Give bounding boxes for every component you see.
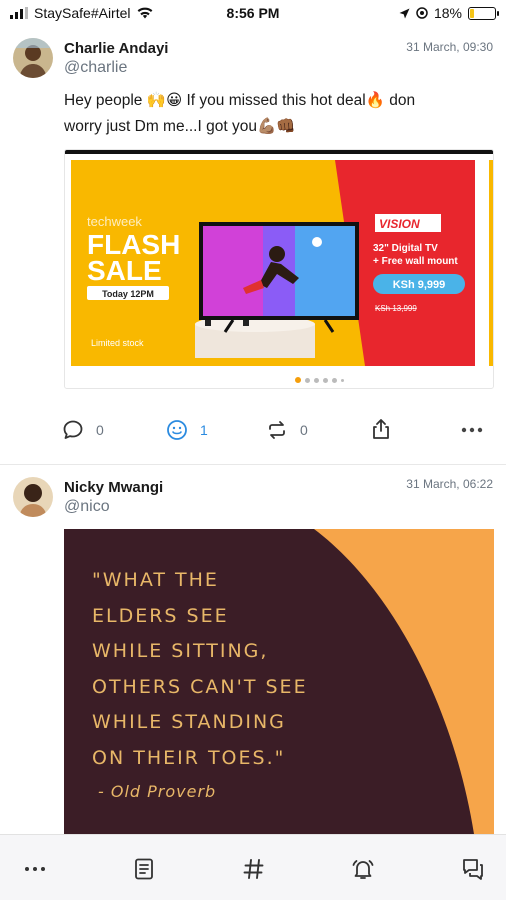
banner-product: + Free wall mount — [373, 256, 458, 267]
repost-button[interactable]: 0 — [266, 419, 308, 441]
feed-icon[interactable] — [132, 857, 156, 881]
banner-time: Today 12PM — [102, 289, 154, 299]
status-bar: StaySafe#Airtel 8:56 PM 18% — [0, 0, 506, 28]
share-icon — [373, 419, 389, 439]
comment-icon — [63, 420, 83, 439]
avatar[interactable] — [13, 477, 53, 517]
author-handle[interactable]: @nico — [64, 498, 110, 516]
quote-author: - Old Proverb — [98, 782, 217, 801]
messages-icon[interactable] — [461, 857, 485, 881]
more-options-button[interactable] — [460, 419, 484, 441]
avatar[interactable] — [13, 38, 53, 78]
post-date: 31 March, 09:30 — [406, 40, 493, 54]
more-menu-icon[interactable] — [23, 857, 47, 881]
repost-icon — [269, 421, 285, 439]
alarm-lock-icon — [416, 7, 428, 19]
post-actions: 0 1 0 — [0, 416, 506, 446]
share-button[interactable] — [370, 417, 392, 441]
author-name[interactable]: Charlie Andayi — [64, 40, 168, 57]
carousel-dots[interactable] — [295, 377, 344, 383]
comment-button[interactable]: 0 — [62, 419, 104, 441]
quote-image[interactable]: "WHAT THE ELDERS SEE WHILE SITTING, OTHERS … — [64, 529, 494, 834]
banner-product: 32" Digital TV — [373, 243, 438, 254]
quote-line: ELDERS SEE — [92, 604, 229, 627]
author-handle[interactable]: @charlie — [64, 59, 127, 77]
reaction-count: 1 — [200, 422, 208, 438]
battery-percent: 18% — [433, 5, 462, 21]
quote-line: ON THEIR TOES." — [92, 746, 286, 769]
notifications-icon[interactable] — [351, 857, 375, 881]
comment-count: 0 — [96, 422, 104, 438]
post-text-line: Hey people 🙌😀 If you missed this hot dea… — [64, 92, 416, 109]
media-carousel[interactable]: techweek FLASH SALE Today 12PM Limited s… — [64, 149, 494, 389]
location-icon — [399, 8, 410, 18]
quote-line: WHILE SITTING, — [92, 640, 269, 662]
repost-count: 0 — [300, 422, 308, 438]
quote-line: WHILE STANDING — [92, 711, 286, 733]
flash-sale-banner[interactable]: techweek FLASH SALE Today 12PM Limited s… — [65, 156, 494, 370]
banner-price: KSh 9,999 — [393, 279, 446, 291]
post-item[interactable]: Nicky Mwangi @nico 31 March, 06:22 "WHAT… — [0, 465, 506, 834]
reaction-button[interactable]: 1 — [166, 419, 208, 441]
banner-vision-logo: VISION — [379, 217, 420, 231]
quote-text: "WHAT THE ELDERS SEE WHILE SITTING, OTHERS … — [92, 563, 308, 776]
post-text: Hey people 🙌😀 If you missed this hot dea… — [64, 88, 494, 140]
battery-icon — [468, 6, 499, 20]
bottom-nav — [0, 834, 506, 900]
banner-old-price: KSh 13,999 — [375, 304, 417, 313]
quote-line: "WHAT THE — [92, 569, 219, 591]
smiley-icon — [167, 420, 187, 440]
post-date: 31 March, 06:22 — [406, 477, 493, 491]
banner-brand: techweek — [87, 214, 142, 229]
author-name[interactable]: Nicky Mwangi — [64, 479, 163, 496]
banner-stock: Limited stock — [91, 338, 144, 348]
quote-line: OTHERS CAN'T SEE — [92, 675, 308, 698]
banner-headline: SALE — [87, 255, 162, 286]
post-text-line: worry just Dm me...I got you💪🏽👊🏾 — [64, 118, 296, 135]
hashtag-icon[interactable] — [242, 857, 266, 881]
more-icon — [461, 427, 483, 433]
post-item[interactable]: Charlie Andayi @charlie 31 March, 09:30 … — [0, 28, 506, 465]
